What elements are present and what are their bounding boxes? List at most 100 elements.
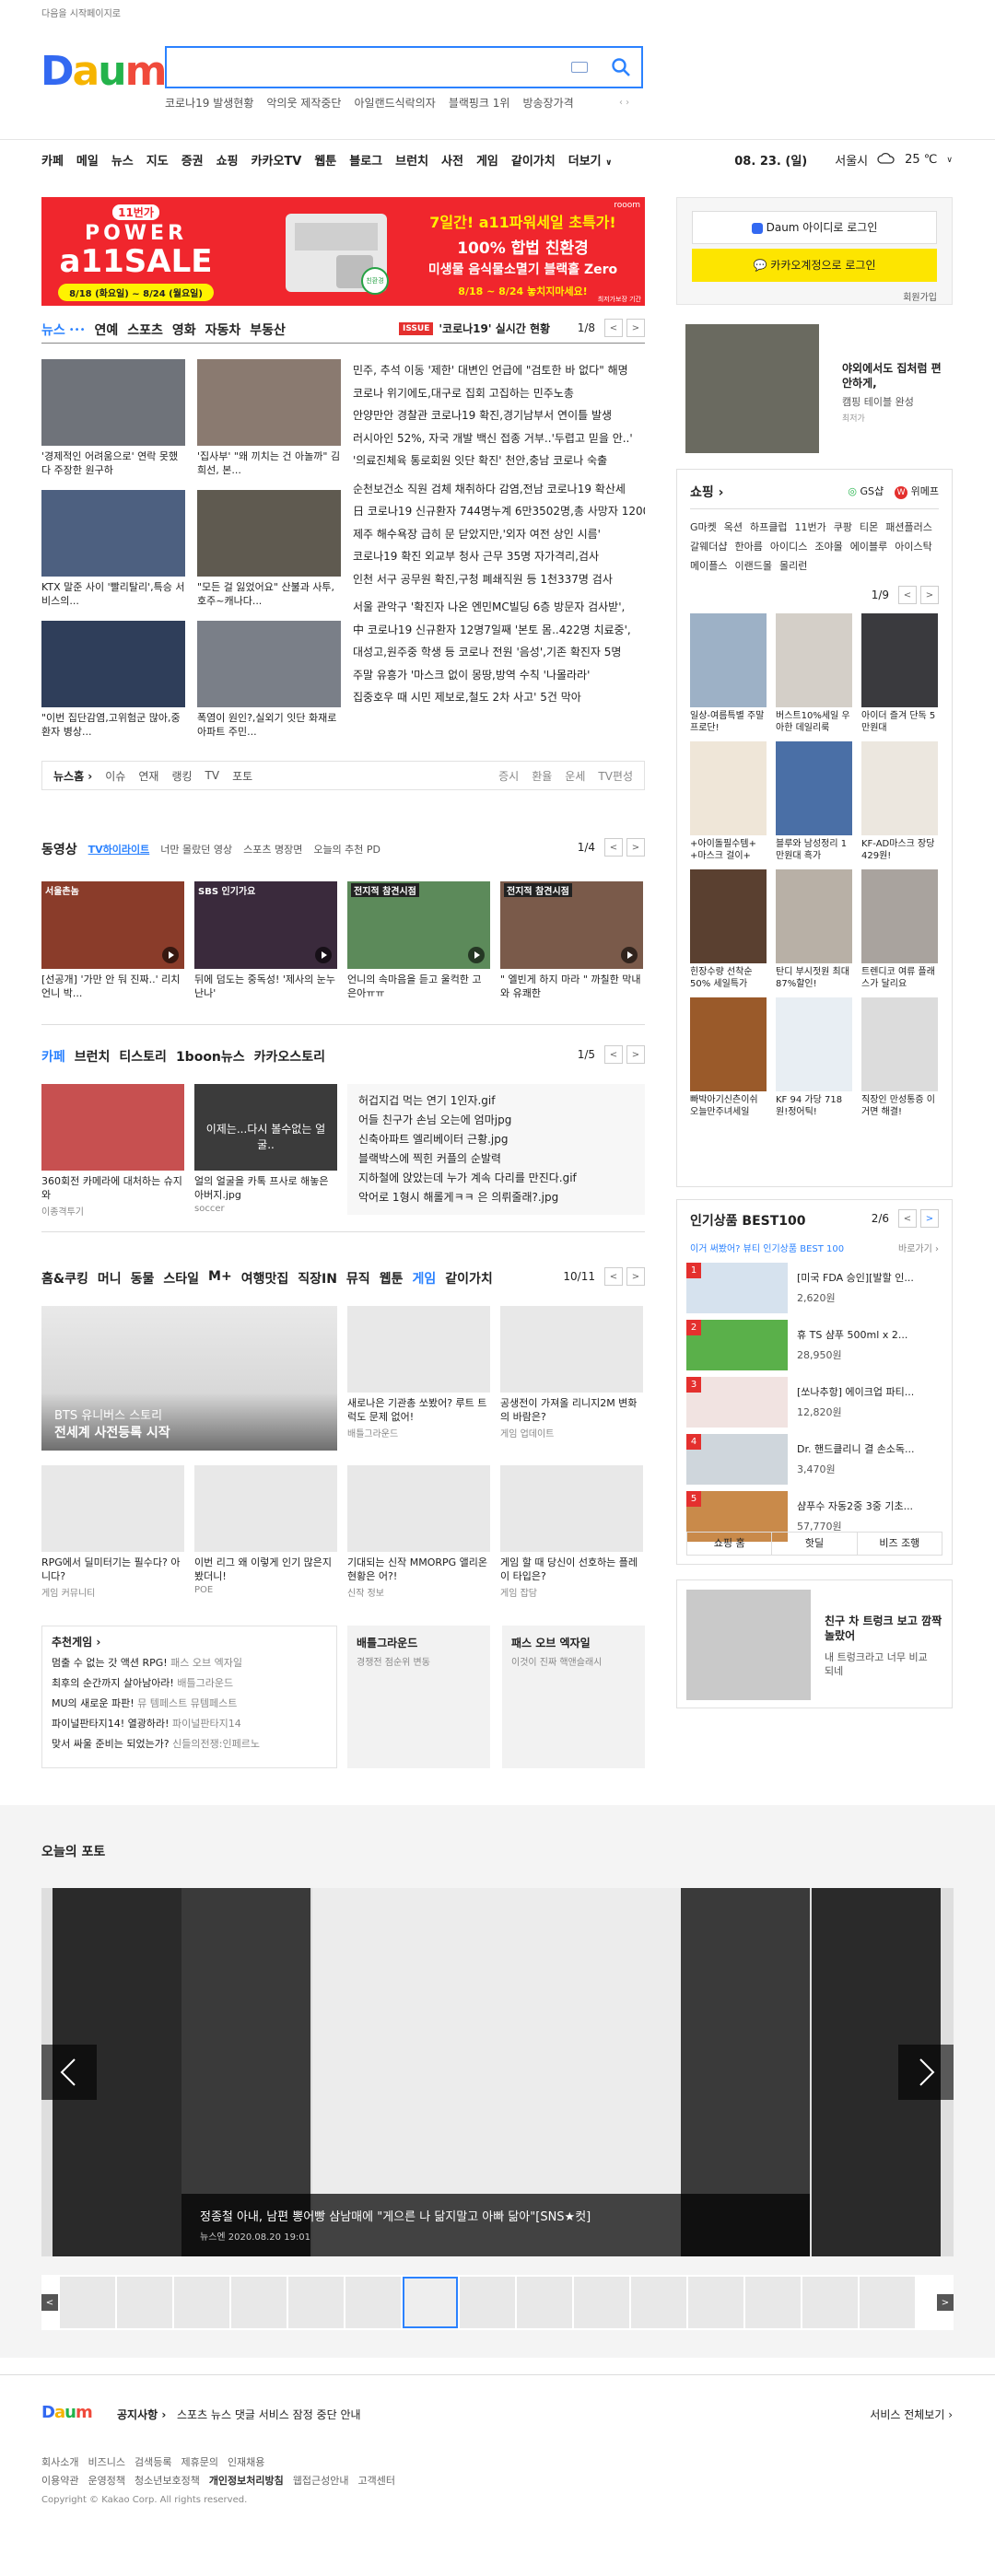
interest-card[interactable]: RPG에서 딜미터기는 필수다? 아니다? 게임 커뮤니티 (41, 1465, 184, 1599)
shop-item[interactable]: KF 94 가당 718원!정어틱! (776, 997, 852, 1118)
shop-cat[interactable]: 하프클럽 (750, 518, 787, 537)
tab-cafe[interactable]: 카페 (41, 1047, 65, 1066)
news-thumb[interactable]: '경제적인 어려움으로' 연락 못했다 주장한 원구하 (41, 359, 185, 477)
shop-cat[interactable]: 티몬 (860, 518, 878, 537)
kakao-login-button[interactable]: 💬 카카오계정으로 로그인 (692, 249, 937, 282)
tab-sports[interactable]: 스포츠 (127, 321, 163, 339)
gnb-item[interactable]: 쇼핑 (217, 151, 239, 169)
shop-item[interactable]: +아이돌필수템+ +마스크 걸이+ (690, 741, 767, 862)
prev-button[interactable]: < (604, 1045, 623, 1064)
issue-arrows[interactable]: ‹ › (619, 98, 629, 108)
footer-link[interactable]: 개인정보처리방침 (209, 2473, 284, 2488)
sublink[interactable]: TV (205, 769, 220, 782)
best-tab[interactable]: 쇼핑 홈 (687, 1533, 773, 1555)
photo-thumb[interactable] (688, 2277, 743, 2328)
prev-button[interactable]: < (604, 1267, 623, 1286)
photo-thumb[interactable] (117, 2277, 172, 2328)
tab-entertainment[interactable]: 연예 (94, 321, 118, 339)
headline-item[interactable]: 코로나 위기에도,대구로 집회 고집하는 민주노총 (353, 382, 645, 405)
shop-cat[interactable]: 에이블루 (850, 537, 887, 556)
recommend-item[interactable]: MU의 새로운 파판! 뮤 템페스트 뮤템페스트 (52, 1694, 327, 1714)
shop-cat[interactable]: 메이플스 (690, 556, 727, 576)
tab-game[interactable]: 게임 (412, 1269, 436, 1288)
photo-caption[interactable]: 정종철 아내, 남편 뽕어빵 삼남매에 "게으른 나 닮지말고 아빠 닮아"[S… (200, 2207, 591, 2224)
best100-subtitle[interactable]: 이거 써봤어? 뷰티 인기상품 BEST 100 (690, 1241, 844, 1254)
interest-tab[interactable]: 여행맛집 (241, 1269, 289, 1288)
news-thumb[interactable]: '집사부' "왜 끼치는 건 아놀까" 김희선, 본... (197, 359, 341, 477)
news-home-link[interactable]: 뉴스홈 › (53, 768, 92, 784)
interest-tab[interactable]: 머니 (98, 1269, 122, 1288)
right-ad-2[interactable]: 친구 차 트렁크 보고 깜짝 놀랐어 내 트렁크라고 너무 비교되네 (676, 1579, 953, 1708)
daum-login-button[interactable]: Daum 아이디로 로그인 (692, 211, 937, 244)
headline-item[interactable]: '의료진체육 통로회원 잇단 확진' 천안,충남 코로나 숙출 (353, 449, 645, 472)
tab-kakaostory[interactable]: 카카오스토리 (254, 1047, 325, 1066)
photo-thumb[interactable] (574, 2277, 629, 2328)
video-item[interactable]: 전지적 참견시점 언니의 속마음을 듣고 울컥한 고은아ㅠㅠ (347, 881, 490, 1000)
shopping-title[interactable]: 쇼핑 › (690, 483, 723, 501)
gnb-item[interactable]: 사전 (441, 151, 463, 169)
news-thumb[interactable]: KTX 말준 사이 '빨리탈리',특승 서비스의... (41, 490, 185, 608)
prev-button[interactable]: < (604, 319, 623, 337)
sublink[interactable]: 운세 (565, 768, 585, 784)
footer-link[interactable]: 제휴문의 (181, 2454, 217, 2469)
shop-item[interactable]: 트렌디코 여류 플래스가 달리요 (861, 869, 938, 990)
best-item[interactable]: 4 Dr. 핸드클리니 결 손소독... 3,470원 (686, 1434, 944, 1485)
interest-card[interactable]: 기대되는 신작 MMORPG 앨리온 현황은 어?! 신작 정보 (347, 1465, 490, 1599)
game-box[interactable]: 패스 오브 엑자일 이것이 진짜 핵앤슬래시 (502, 1626, 645, 1768)
shop-item[interactable]: 탄디 부시젓원 최대87%할인! (776, 869, 852, 990)
best-item[interactable]: 3 [쏘나추항] 에이크업 파티... 12,820원 (686, 1377, 944, 1428)
best-item[interactable]: 1 [미국 FDA 승인][발할 인... 2,620원 (686, 1263, 944, 1313)
photo-thumb[interactable] (60, 2277, 115, 2328)
news-thumb[interactable]: 폭염이 원인?,실외기 잇단 화재로 아파트 주민... (197, 621, 341, 739)
next-button[interactable]: > (626, 319, 645, 337)
footer-link[interactable]: 회사소개 (41, 2454, 78, 2469)
photo-thumb[interactable] (745, 2277, 801, 2328)
photo-thumb-active[interactable] (403, 2277, 458, 2328)
tab-1boon[interactable]: 1boon뉴스 (176, 1047, 245, 1066)
search-input[interactable] (165, 46, 643, 88)
shop-item[interactable]: 직장인 만성통증 이거면 해결! (861, 997, 938, 1118)
shop-cat[interactable]: 한아름 (734, 537, 762, 556)
photo-thumb[interactable] (517, 2277, 572, 2328)
sublink[interactable]: TV편성 (598, 768, 633, 784)
start-page-link[interactable]: 다음을 시작페이지로 (41, 6, 121, 19)
join-link[interactable]: 회원가입 (903, 289, 937, 303)
cafe-list-item[interactable]: 신축아파트 엘리베이터 근황.jpg (358, 1130, 634, 1149)
shop-item[interactable]: 버스트10%세일 우아한 데일리룩 (776, 613, 852, 734)
gnb-item[interactable]: 메일 (76, 151, 99, 169)
headline-item[interactable]: 코로나19 확진 외교부 청사 근무 35명 자가격리,검사 (353, 545, 645, 568)
news-thumb[interactable]: "모든 걸 잃었어요" 산불과 사투,호주~캐나다... (197, 490, 341, 608)
video-tab[interactable]: 스포츠 명장면 (243, 842, 302, 857)
interest-tab[interactable]: 웹툰 (380, 1269, 404, 1288)
headline-item[interactable]: 서울 관악구 '확진자 나온 엔민MC빌딩 6층 방문자 검사받', (353, 596, 645, 619)
shop-item[interactable]: 빠박아기신츤이쉬 오늘만주녀세일 (690, 997, 767, 1118)
prev-button[interactable]: < (898, 1209, 917, 1228)
interest-tab[interactable]: 홈&쿠킹 (41, 1269, 88, 1288)
issue-item[interactable]: 악의웃 제작중단 (266, 95, 341, 111)
location-text[interactable]: 서울시 (835, 151, 868, 169)
next-button[interactable]: > (920, 1209, 939, 1228)
gnb-item[interactable]: 증권 (181, 151, 204, 169)
footer-logo[interactable]: Daum (41, 2403, 93, 2422)
game-box[interactable]: 배틀그라운드 경쟁전 점순위 변동 (347, 1626, 490, 1768)
right-ad[interactable]: 야외에서도 집처럼 편안하게, 캠핑 테이블 완성 최저가 (676, 324, 953, 460)
issue-item[interactable]: 블랙핑크 1위 (449, 95, 510, 111)
gnb-more[interactable]: 더보기 ∨ (568, 151, 613, 169)
video-item[interactable]: 전지적 참견시점 " 엘빈게 하지 마라 " 까칠한 막내와 유쾌한 (500, 881, 643, 1000)
sublink[interactable]: 증시 (498, 768, 519, 784)
gnb-item[interactable]: 카카오TV (252, 151, 302, 169)
headline-item[interactable]: 대성고,원주중 학생 등 코로나 전원 '음성',기존 확진자 5명 (353, 641, 645, 664)
issue-title[interactable]: '코로나19' 실시간 현황 (439, 321, 550, 336)
shop-item[interactable]: 힌장수량 선착순 50% 세일특가 (690, 869, 767, 990)
shop-cat[interactable]: 몰리런 (779, 556, 807, 576)
best100-more[interactable]: 바로가기 › (898, 1241, 939, 1254)
interest-card[interactable]: 공생전이 가져올 리니지2M 변화의 바람은? 게임 업데이트 (500, 1306, 643, 1440)
prev-button[interactable]: < (604, 838, 623, 857)
headline-item[interactable]: 집중호우 때 시민 제보로,철도 2차 사고' 5건 막아 (353, 686, 645, 709)
shop-cat[interactable]: 아이스탁 (895, 537, 931, 556)
shop-cat[interactable]: 갈웨더샵 (690, 537, 727, 556)
best-tab[interactable]: 핫딜 (772, 1533, 858, 1555)
headline-item[interactable]: 러시아인 52%, 자국 개발 백신 접종 거부..'두렵고 믿을 안..' (353, 427, 645, 450)
gnb-item[interactable]: 블로그 (349, 151, 382, 169)
headline-item[interactable]: 中 코로나19 신규환자 12명7일째 '본토 몸..422명 치료중', (353, 619, 645, 642)
